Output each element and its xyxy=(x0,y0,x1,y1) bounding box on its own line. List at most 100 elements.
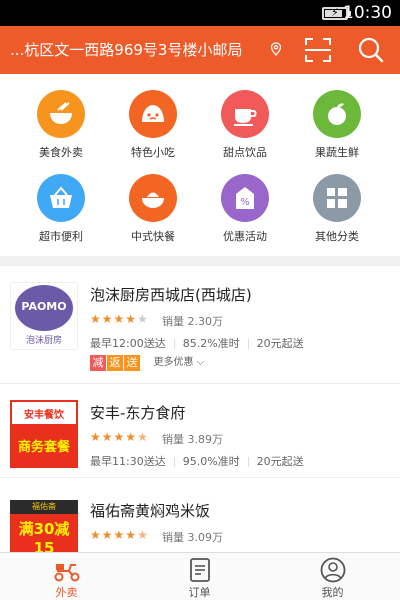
store-sales: 销量 2.30万 xyxy=(162,315,223,328)
category-label: 超市便利 xyxy=(39,230,83,243)
category-desserts-drinks[interactable]: 甜点饮品 xyxy=(200,90,290,170)
more-promos-toggle[interactable]: 更多优惠 ⌵ xyxy=(153,355,204,371)
store-logo-caption: 泡沫厨房 xyxy=(25,336,62,346)
delivery-address[interactable]: ...杭区文一西路969号3号楼小邮局 xyxy=(10,39,242,60)
category-icon-circle: % xyxy=(221,174,269,222)
tab-delivery[interactable]: 外卖 xyxy=(0,553,133,600)
category-label: 美食外卖 xyxy=(39,146,83,159)
star-icon: ★ xyxy=(125,528,138,542)
promo-badges: 减返送 更多优惠 ⌵ xyxy=(90,355,204,371)
store-name: 安丰-东方食府 xyxy=(90,404,186,422)
cup-icon xyxy=(234,109,257,126)
grid-icon xyxy=(327,188,347,208)
category-chinese-fast-food[interactable]: 中式快餐 xyxy=(108,174,198,254)
star-icon: ★ xyxy=(90,430,102,444)
section-divider xyxy=(0,256,400,266)
category-label: 果蔬生鲜 xyxy=(315,146,359,159)
store-logo-caption: 满30减15 xyxy=(18,520,70,552)
tab-profile[interactable]: 我的 xyxy=(266,553,399,600)
bowl-icon xyxy=(50,102,72,124)
store-name: 泡沫厨房西城店(西城店) xyxy=(90,286,252,304)
tab-orders[interactable]: 订单 xyxy=(133,553,266,600)
promo-badge-gift: 送 xyxy=(124,355,140,371)
svg-text:%: % xyxy=(240,197,250,208)
discount-tag-icon: % xyxy=(236,187,254,209)
category-snacks[interactable]: 特色小吃 xyxy=(108,90,198,170)
store-meta: 最早12:00送达 85.2%准时 20元起送 xyxy=(90,335,304,351)
min-order: 20元起送 xyxy=(256,337,304,350)
store-list-item[interactable]: 安丰餐饮 商务套餐 安丰-东方食府 ★★★★★ 销量 3.89万 最早11:30… xyxy=(0,384,400,478)
scooter-icon xyxy=(54,564,79,582)
rice-bowl-icon xyxy=(142,192,164,208)
category-label: 优惠活动 xyxy=(223,230,267,243)
tab-label: 我的 xyxy=(321,586,344,599)
store-meta: 最早11:30送达 95.0%准时 20元起送 xyxy=(90,453,304,469)
category-food-delivery[interactable]: 美食外卖 xyxy=(16,90,106,170)
tab-label: 订单 xyxy=(188,586,211,599)
category-fruits-vegetables[interactable]: 果蔬生鲜 xyxy=(292,90,382,170)
store-logo: 福佑斋 满30减15 xyxy=(10,500,78,552)
basket-icon xyxy=(50,186,72,208)
status-time: 10:30 xyxy=(343,3,392,23)
store-list-item[interactable]: 福佑斋 满30减15 福佑斋黄焖鸡米饭 ★★★★★ 销量 3.09万 xyxy=(0,478,400,552)
bun-icon xyxy=(142,105,164,122)
store-logo-text: PAOMO xyxy=(21,300,67,313)
more-promos-label: 更多优惠 xyxy=(153,357,194,368)
delivery-time: 最早12:00送达 xyxy=(90,337,166,350)
store-logo-caption: 商务套餐 xyxy=(17,440,70,455)
location-pin-icon[interactable] xyxy=(270,42,282,56)
category-label: 甜点饮品 xyxy=(223,146,267,159)
star-icon: ★ xyxy=(125,312,138,326)
promo-badge-discount: 减 xyxy=(90,355,106,371)
star-rating: ★★★★★ xyxy=(90,430,149,444)
apple-icon xyxy=(328,103,346,125)
store-logo-text: 福佑斋 xyxy=(32,502,56,511)
star-icon: ★ xyxy=(101,528,114,542)
star-icon: ★ xyxy=(90,528,102,542)
bottom-tab-bar: 外卖 订单 我的 xyxy=(0,552,400,600)
star-icon: ★ xyxy=(137,528,149,542)
store-name: 福佑斋黄焖鸡米饭 xyxy=(90,502,211,520)
star-icon: ★ xyxy=(137,312,149,326)
category-label: 中式快餐 xyxy=(131,230,175,243)
category-other[interactable]: 其他分类 xyxy=(292,174,382,254)
category-icon-circle xyxy=(313,90,361,138)
category-icon-circle xyxy=(37,174,85,222)
chevron-down-icon: ⌵ xyxy=(196,357,205,368)
store-list-item[interactable]: PAOMO 泡沫厨房 泡沫厨房西城店(西城店) ★★★★★ 销量 2.30万 最… xyxy=(0,266,400,384)
category-icon-circle xyxy=(129,174,177,222)
min-order: 20元起送 xyxy=(256,455,304,468)
category-label: 其他分类 xyxy=(315,230,359,243)
store-sales: 销量 3.89万 xyxy=(162,433,223,446)
tab-label: 外卖 xyxy=(55,586,78,599)
status-bar: ⚡ 10:30 xyxy=(0,0,400,26)
category-label: 特色小吃 xyxy=(131,146,175,159)
app-header: ...杭区文一西路969号3号楼小邮局 xyxy=(0,26,400,74)
search-icon[interactable] xyxy=(358,37,384,63)
category-icon-circle xyxy=(221,90,269,138)
store-logo: PAOMO 泡沫厨房 xyxy=(10,282,78,350)
category-icon-circle xyxy=(37,90,85,138)
on-time-rate: 95.0%准时 xyxy=(182,455,240,468)
store-logo-text: 安丰餐饮 xyxy=(24,410,64,421)
charging-icon: ⚡ xyxy=(331,6,339,19)
star-icon: ★ xyxy=(90,312,102,326)
on-time-rate: 85.2%准时 xyxy=(182,337,240,350)
category-supermarket[interactable]: 超市便利 xyxy=(16,174,106,254)
star-rating: ★★★★★ xyxy=(90,528,149,542)
category-icon-circle xyxy=(129,90,177,138)
star-icon: ★ xyxy=(113,528,126,542)
store-logo: 安丰餐饮 商务套餐 xyxy=(10,400,78,468)
order-list-icon xyxy=(189,558,210,582)
star-icon: ★ xyxy=(125,430,138,444)
category-promotions[interactable]: % 优惠活动 xyxy=(200,174,290,254)
scan-icon[interactable] xyxy=(304,37,332,63)
star-icon: ★ xyxy=(137,430,149,444)
category-icon-circle xyxy=(313,174,361,222)
star-icon: ★ xyxy=(113,312,126,326)
star-icon: ★ xyxy=(101,312,114,326)
star-icon: ★ xyxy=(113,430,126,444)
star-rating: ★★★★★ xyxy=(90,312,149,326)
delivery-time: 最早11:30送达 xyxy=(90,455,166,468)
category-grid: 美食外卖 特色小吃 甜点饮品 果蔬生鲜 超市便利 中式快餐 % 优惠活动 其他分… xyxy=(0,84,400,254)
